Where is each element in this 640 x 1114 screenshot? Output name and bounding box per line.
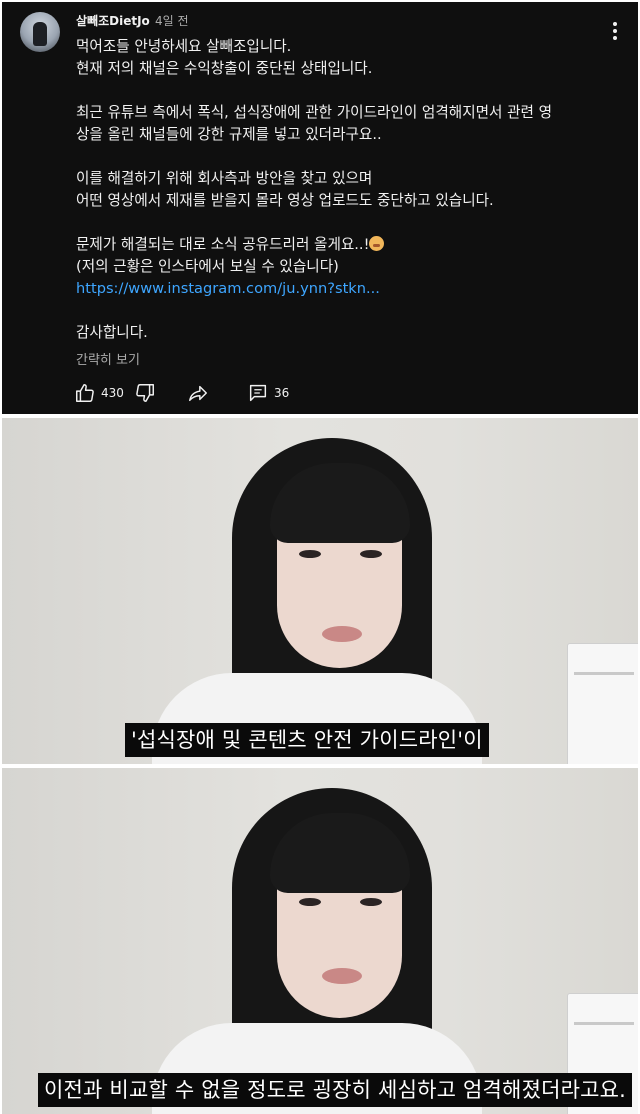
show-less-button[interactable]: 간략히 보기 (76, 349, 140, 368)
like-count: 430 (101, 386, 124, 400)
video-frame: 이전과 비교할 수 없을 정도로 굉장히 세심하고 엄격해졌더라고요. (2, 768, 638, 1114)
thumbs-up-icon (76, 384, 94, 402)
drawer-unit (567, 643, 638, 764)
post-line: 문제가 해결되는 대로 소식 공유드리러 올게요..! (76, 236, 370, 253)
post-line: 최근 유튜브 측에서 폭식, 섭식장애에 관한 가이드라인이 엄격해지면서 관련… (76, 104, 553, 121)
eye-left (299, 550, 321, 558)
comment-count: 36 (274, 386, 290, 400)
eye-left (299, 898, 321, 906)
post-line-with-emoji: 문제가 해결되는 대로 소식 공유드리러 올게요..! (76, 234, 616, 256)
community-post: 살빼조DietJo 4일 전 먹어조들 안녕하세요 살빼조입니다. 현재 저의 … (2, 2, 638, 414)
comment-icon (249, 384, 267, 402)
avatar-figure (33, 22, 47, 46)
post-line: 이를 해결하기 위해 회사측과 방안을 찾고 있으며 (76, 170, 373, 187)
video-frame: '섭식장애 및 콘텐츠 안전 가이드라인'이 (2, 418, 638, 764)
post-time: 4일 전 (155, 14, 189, 28)
post-line: 어떤 영상에서 제재를 받을지 몰라 영상 업로드도 중단하고 있습니다. (76, 192, 494, 209)
post-line: 상을 올린 채널들에 강한 규제를 넣고 있더라구요.. (76, 126, 382, 143)
eye-right (360, 898, 382, 906)
channel-avatar[interactable] (20, 12, 60, 52)
post-line: 현재 저의 채널은 수익창출이 중단된 상태입니다. (76, 60, 373, 77)
post-line: (저의 근황은 인스타에서 보실 수 있습니다) (76, 258, 339, 275)
eye-right (360, 550, 382, 558)
like-button[interactable]: 430 (74, 380, 124, 406)
closing-line: 감사합니다. (76, 324, 148, 341)
share-icon (189, 385, 207, 402)
instagram-link[interactable]: https://www.instagram.com/ju.ynn?stkn... (76, 280, 380, 297)
face-emoji-icon (369, 236, 385, 251)
lips-shape (322, 626, 362, 642)
post-line: 먹어조들 안녕하세요 살빼조입니다. (76, 38, 292, 55)
lips-shape (322, 968, 362, 984)
subtitle-caption: 이전과 비교할 수 없을 정도로 굉장히 세심하고 엄격해졌더라고요. (38, 1073, 633, 1107)
thumbs-down-icon (136, 384, 154, 402)
subtitle-caption: '섭식장애 및 콘텐츠 안전 가이드라인'이 (125, 723, 489, 757)
channel-name[interactable]: 살빼조DietJo (76, 12, 150, 29)
share-button[interactable] (187, 380, 209, 406)
post-body: 먹어조들 안녕하세요 살빼조입니다. 현재 저의 채널은 수익창출이 중단된 상… (76, 36, 616, 344)
comments-button[interactable]: 36 (247, 380, 289, 406)
dislike-button[interactable] (134, 380, 156, 406)
